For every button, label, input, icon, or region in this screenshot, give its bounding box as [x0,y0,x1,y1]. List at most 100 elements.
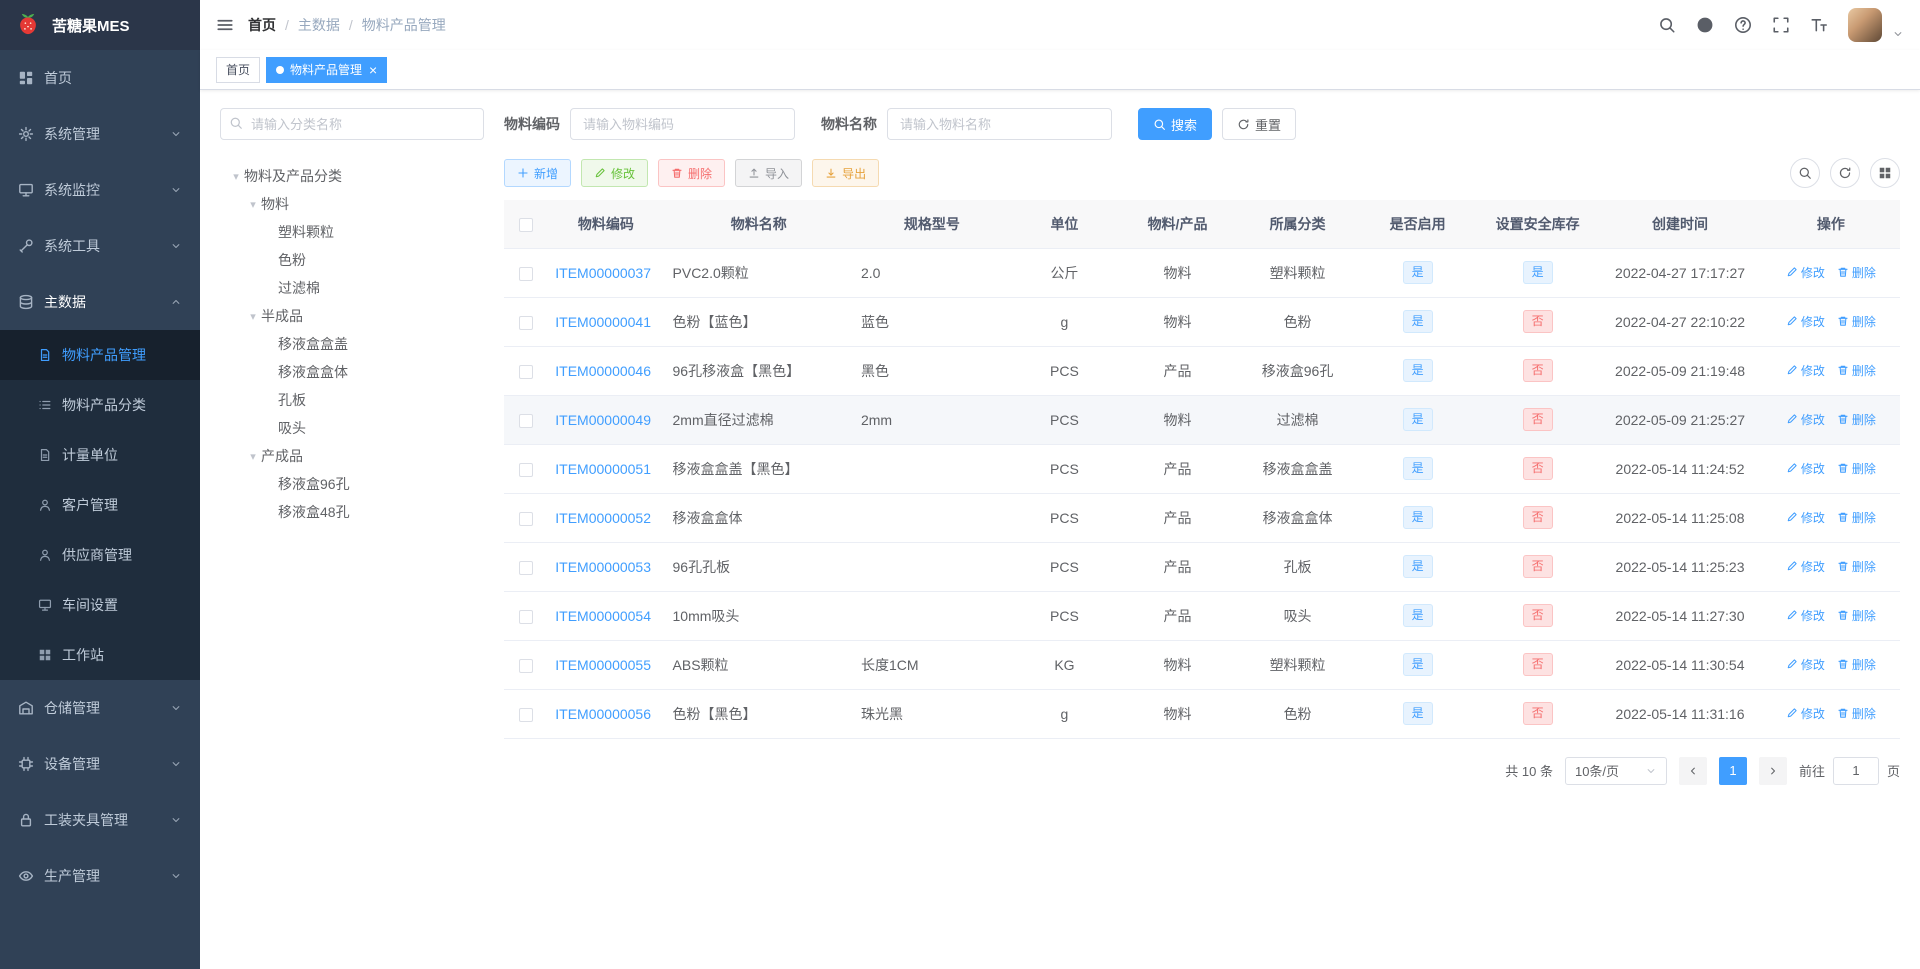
item-code-link[interactable]: ITEM00000046 [555,363,651,379]
refresh-button[interactable] [1830,158,1860,188]
sidebar-toggle-icon[interactable] [216,16,234,34]
row-checkbox[interactable] [518,560,533,575]
row-checkbox[interactable] [518,413,533,428]
sidebar-item-0[interactable]: 首页 [0,50,200,106]
caret-down-icon[interactable]: ▾ [228,170,244,183]
tab-1[interactable]: 物料产品管理 × [266,56,388,83]
edit-button[interactable]: 修改 [581,159,649,187]
select-all-checkbox[interactable] [518,217,533,232]
row-checkbox[interactable] [518,511,533,526]
sidebar-item-5[interactable]: 仓储管理 [0,680,200,736]
tree-node-9[interactable]: ▾吸头 [220,414,484,442]
search-button[interactable]: 搜索 [1138,108,1213,140]
columns-button[interactable] [1870,158,1900,188]
caret-down-icon[interactable]: ▾ [245,198,261,211]
sidebar-item-2[interactable]: 系统监控 [0,162,200,218]
tree-node-7[interactable]: ▾移液盒盒体 [220,358,484,386]
delete-link[interactable]: 删除 [1837,558,1876,575]
fullscreen-icon[interactable] [1772,16,1790,34]
sidebar-subitem-4[interactable]: 供应商管理 [0,530,200,580]
tree-node-3[interactable]: ▾色粉 [220,246,484,274]
delete-link[interactable]: 删除 [1837,264,1876,281]
edit-link[interactable]: 修改 [1786,411,1825,428]
delete-link[interactable]: 删除 [1837,313,1876,330]
item-code-link[interactable]: ITEM00000049 [555,412,651,428]
edit-link[interactable]: 修改 [1786,656,1825,673]
row-checkbox[interactable] [518,658,533,673]
add-button[interactable]: 新增 [504,159,572,187]
tree-node-5[interactable]: ▾ 半成品 [220,302,484,330]
sidebar-item-1[interactable]: 系统管理 [0,106,200,162]
sidebar-subitem-2[interactable]: 计量单位 [0,430,200,480]
chevron-down-icon[interactable] [1892,28,1904,42]
close-icon[interactable]: × [369,63,377,77]
sidebar-subitem-3[interactable]: 客户管理 [0,480,200,530]
delete-link[interactable]: 删除 [1837,607,1876,624]
delete-link[interactable]: 删除 [1837,460,1876,477]
delete-link[interactable]: 删除 [1837,705,1876,722]
delete-link[interactable]: 删除 [1837,411,1876,428]
item-code-link[interactable]: ITEM00000055 [555,657,651,673]
sidebar-subitem-1[interactable]: 物料产品分类 [0,380,200,430]
import-button[interactable]: 导入 [735,159,803,187]
edit-link[interactable]: 修改 [1786,362,1825,379]
row-checkbox[interactable] [518,315,533,330]
edit-link[interactable]: 修改 [1786,460,1825,477]
sidebar-subitem-0[interactable]: 物料产品管理 [0,330,200,380]
category-search-input[interactable] [220,108,484,140]
edit-link[interactable]: 修改 [1786,558,1825,575]
tree-node-11[interactable]: ▾移液盒96孔 [220,470,484,498]
next-page-button[interactable] [1758,756,1787,785]
font-size-icon[interactable] [1810,16,1828,34]
tree-node-8[interactable]: ▾孔板 [220,386,484,414]
item-code-link[interactable]: ITEM00000052 [555,510,651,526]
tree-node-12[interactable]: ▾移液盒48孔 [220,498,484,526]
sidebar-subitem-6[interactable]: 工作站 [0,630,200,680]
item-code-link[interactable]: ITEM00000054 [555,608,651,624]
sidebar-item-6[interactable]: 设备管理 [0,736,200,792]
row-checkbox[interactable] [518,609,533,624]
reset-button[interactable]: 重置 [1222,108,1297,140]
app-logo[interactable]: 苦糖果MES [0,0,200,50]
sidebar-item-4[interactable]: 主数据 [0,274,200,330]
tree-node-0[interactable]: ▾ 物料及产品分类 [220,162,484,190]
sidebar-item-7[interactable]: 工装夹具管理 [0,792,200,848]
tree-node-1[interactable]: ▾ 物料 [220,190,484,218]
edit-link[interactable]: 修改 [1786,264,1825,281]
row-checkbox[interactable] [518,462,533,477]
code-filter-input[interactable] [570,108,795,140]
tree-node-4[interactable]: ▾过滤棉 [220,274,484,302]
sidebar-item-3[interactable]: 系统工具 [0,218,200,274]
edit-link[interactable]: 修改 [1786,313,1825,330]
page-number-button[interactable]: 1 [1718,756,1747,785]
tab-0[interactable]: 首页 [216,56,261,83]
edit-link[interactable]: 修改 [1786,509,1825,526]
item-code-link[interactable]: ITEM00000056 [555,706,651,722]
item-code-link[interactable]: ITEM00000053 [555,559,651,575]
item-code-link[interactable]: ITEM00000051 [555,461,651,477]
item-code-link[interactable]: ITEM00000037 [555,265,651,281]
row-checkbox[interactable] [518,707,533,722]
tree-node-2[interactable]: ▾塑料颗粒 [220,218,484,246]
delete-link[interactable]: 删除 [1837,362,1876,379]
goto-page-input[interactable] [1832,756,1879,785]
toggle-search-button[interactable] [1790,158,1820,188]
delete-link[interactable]: 删除 [1837,656,1876,673]
row-checkbox[interactable] [518,364,533,379]
header-search-icon[interactable] [1658,16,1676,34]
edit-link[interactable]: 修改 [1786,607,1825,624]
name-filter-input[interactable] [887,108,1112,140]
tree-node-10[interactable]: ▾ 产成品 [220,442,484,470]
sidebar-item-8[interactable]: 生产管理 [0,848,200,904]
item-code-link[interactable]: ITEM00000041 [555,314,651,330]
tree-node-6[interactable]: ▾移液盒盒盖 [220,330,484,358]
delete-link[interactable]: 删除 [1837,509,1876,526]
sidebar-subitem-5[interactable]: 车间设置 [0,580,200,630]
edit-link[interactable]: 修改 [1786,705,1825,722]
github-icon[interactable] [1696,16,1714,34]
row-checkbox[interactable] [518,266,533,281]
breadcrumb-item-0[interactable]: 首页 [248,15,276,35]
help-icon[interactable] [1734,16,1752,34]
caret-down-icon[interactable]: ▾ [245,310,261,323]
caret-down-icon[interactable]: ▾ [245,450,261,463]
